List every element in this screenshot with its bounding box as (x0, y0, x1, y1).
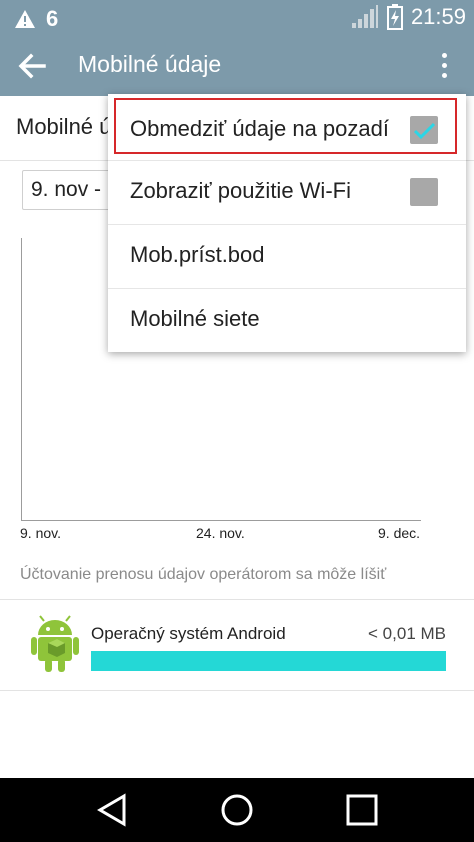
usage-bar-fill (91, 651, 446, 671)
menu-item-label: Zobraziť použitie Wi-Fi (130, 178, 351, 203)
mobile-data-label: Mobilné ú (16, 114, 112, 139)
billing-notice: Účtovanie prenosu údajov operátorom sa m… (20, 566, 387, 583)
signal-icon (351, 5, 378, 28)
sim-6-icon: 6 (46, 6, 59, 31)
menu-item-label: Mobilné siete (130, 306, 260, 331)
date-range-value: 9. nov - (31, 178, 102, 201)
warning-icon (15, 10, 35, 28)
chart-tick-end: 9. dec. (378, 525, 421, 541)
page-title: Mobilné údaje (78, 51, 222, 77)
back-button[interactable] (16, 48, 56, 84)
usage-bar (91, 651, 446, 671)
battery-charging-icon (386, 4, 403, 30)
divider (0, 690, 474, 691)
chart-y-axis (21, 238, 22, 520)
menu-item-mobile-networks[interactable]: Mobilné siete (108, 288, 466, 352)
menu-item-label: Mob.príst.bod (130, 242, 265, 267)
menu-item-label: Obmedziť údaje na pozadí (130, 116, 389, 141)
chart-x-axis (21, 520, 421, 521)
nav-recents-button[interactable] (340, 790, 384, 830)
checkmark-icon (413, 122, 436, 140)
app-name: Operačný systém Android (91, 624, 286, 643)
nav-back-button[interactable] (90, 790, 134, 830)
status-time: 21:59 (410, 4, 466, 29)
back-arrow-icon (18, 53, 46, 79)
chart-tick-start: 9. nov. (20, 525, 61, 541)
menu-item-hotspot[interactable]: Mob.príst.bod (108, 224, 466, 288)
navigation-bar (0, 778, 474, 842)
status-right: 21:59 (351, 4, 466, 30)
status-bar: 6 21:59 (0, 0, 474, 36)
recents-square-icon (346, 794, 378, 826)
overflow-menu-button[interactable] (434, 48, 454, 84)
android-icon (31, 615, 79, 672)
app-bar: Mobilné údaje (0, 36, 474, 96)
nav-home-button[interactable] (215, 790, 259, 830)
show-wifi-checkbox[interactable] (410, 178, 438, 206)
overflow-menu: Obmedziť údaje na pozadí Zobraziť použit… (108, 94, 466, 352)
app-data-size: < 0,01 MB (368, 624, 446, 643)
back-triangle-icon (97, 793, 126, 827)
status-left: 6 (14, 6, 58, 32)
menu-item-restrict-background[interactable]: Obmedziť údaje na pozadí (108, 98, 466, 162)
restrict-background-checkbox[interactable] (410, 116, 438, 144)
home-circle-icon (221, 794, 253, 826)
chart-tick-mid: 24. nov. (196, 525, 245, 541)
more-vert-icon (434, 53, 454, 78)
app-usage-row[interactable]: Operačný systém Android < 0,01 MB (0, 600, 474, 690)
menu-item-show-wifi[interactable]: Zobraziť použitie Wi-Fi (108, 160, 466, 224)
